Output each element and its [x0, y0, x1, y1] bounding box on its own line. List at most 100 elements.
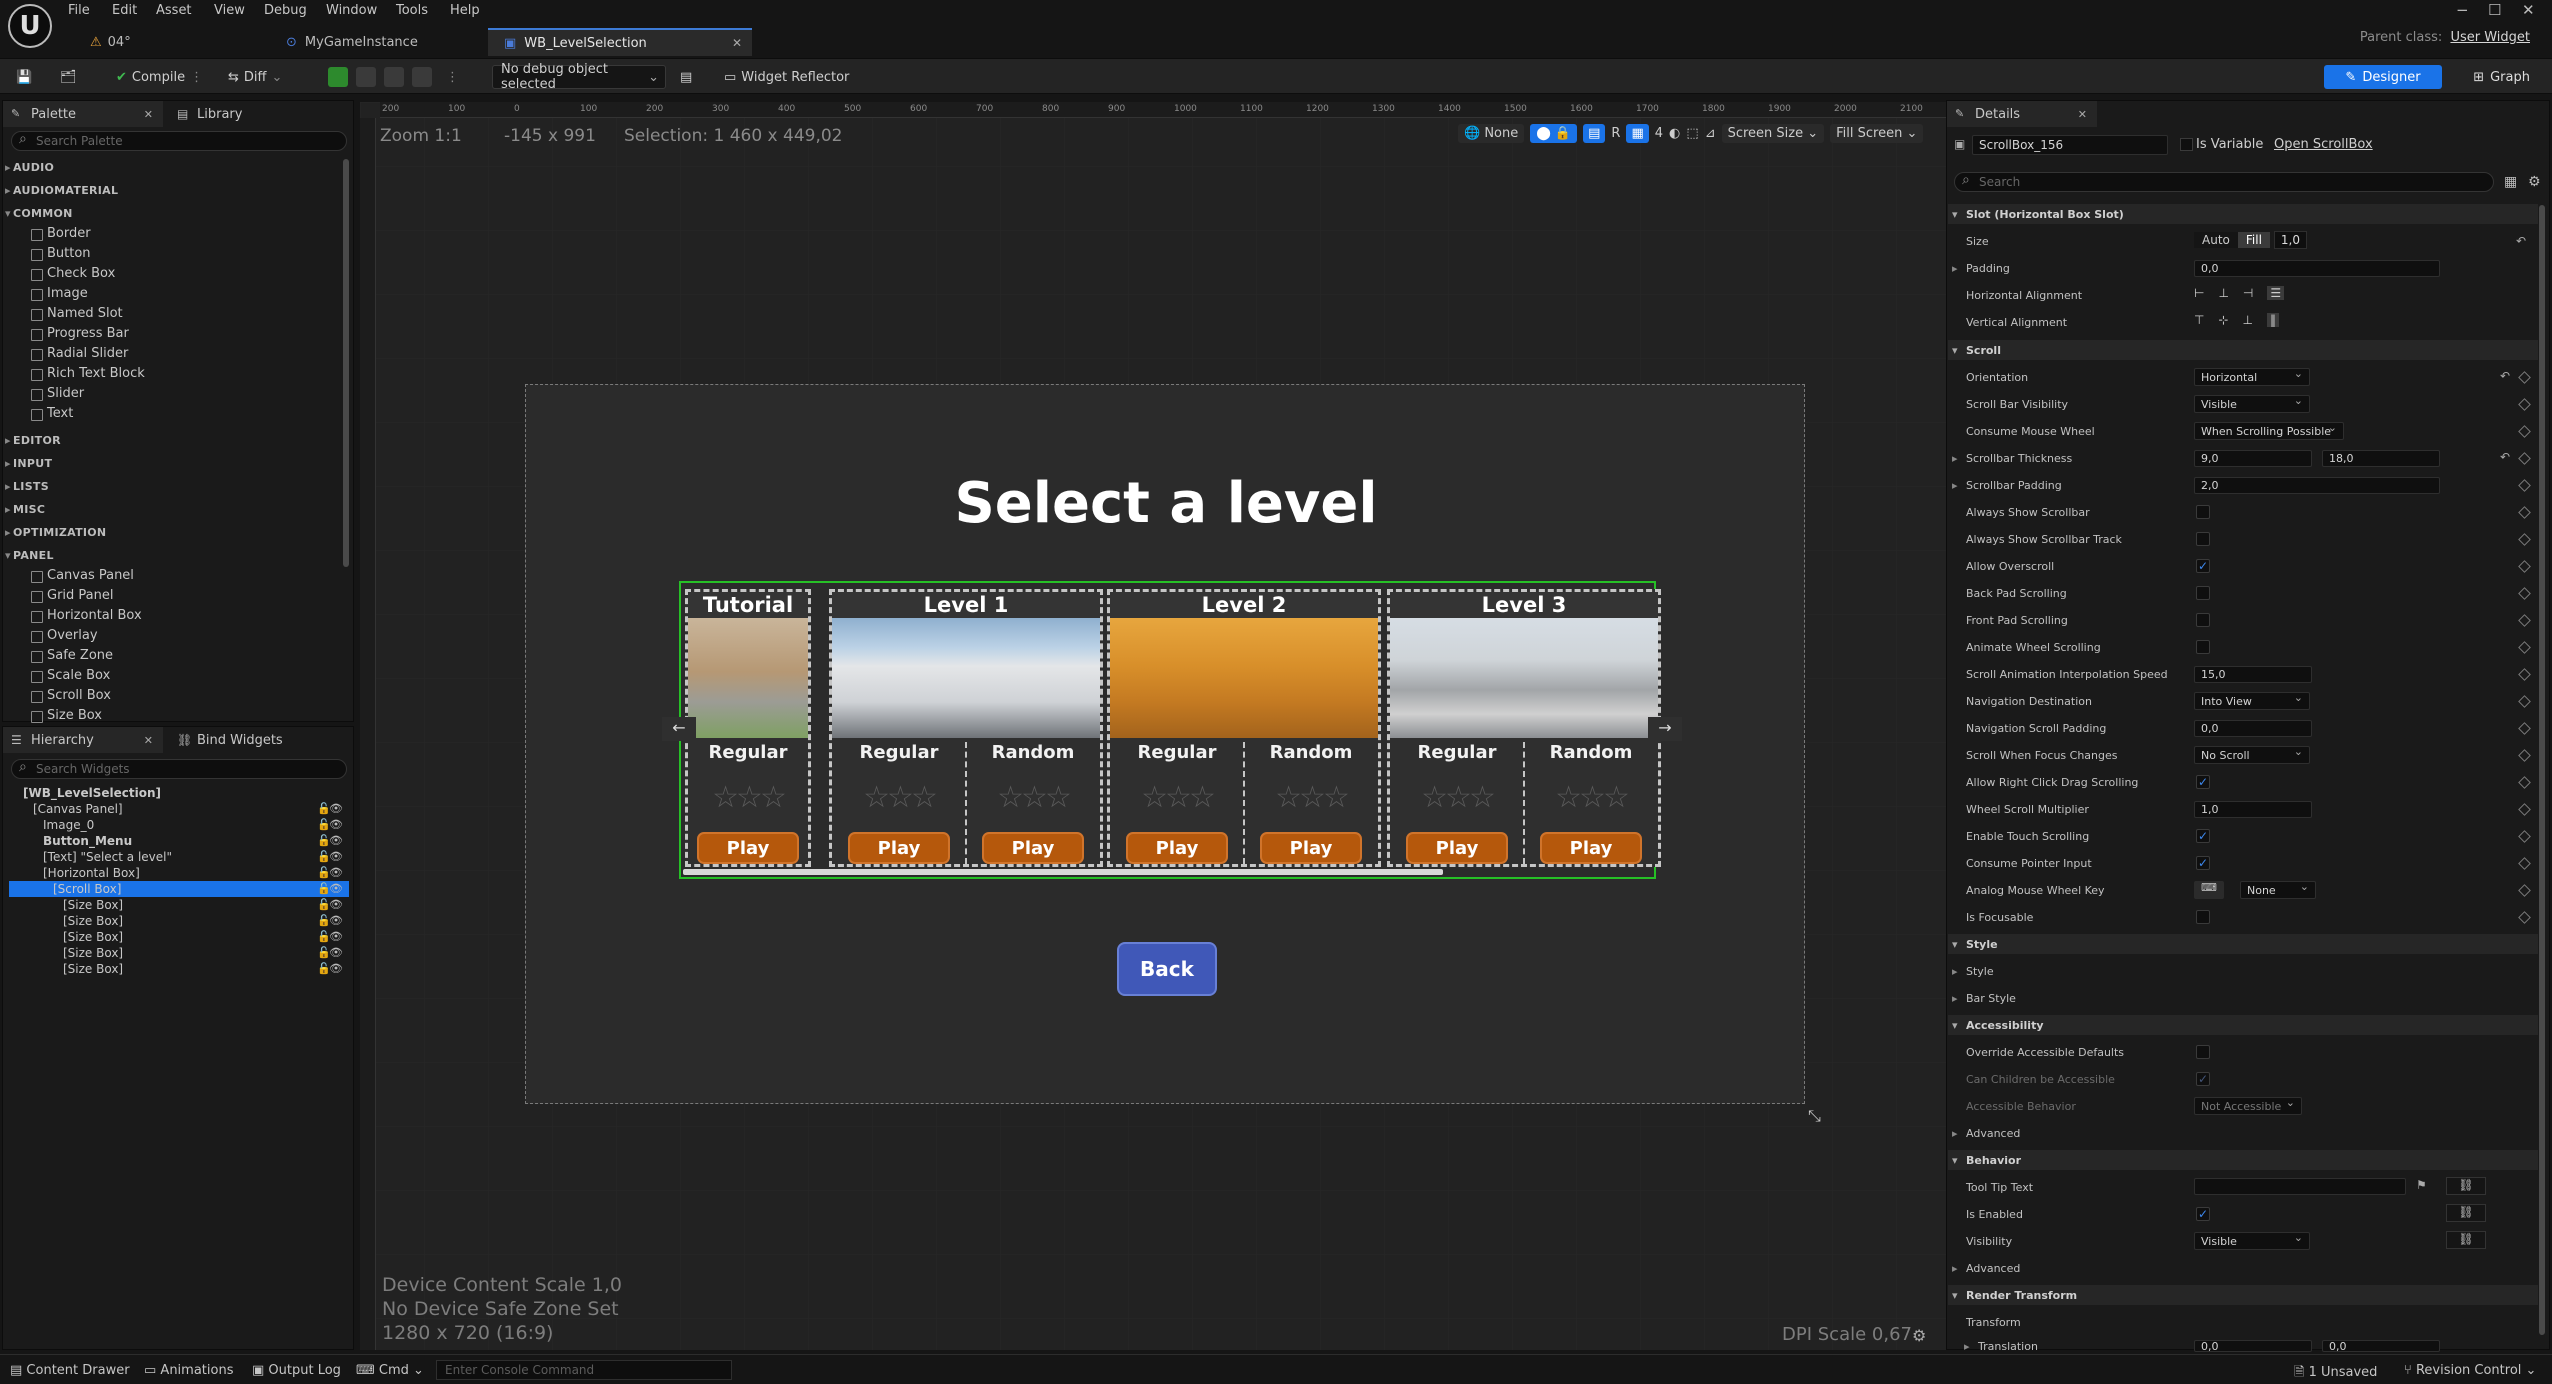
unsaved-button[interactable]: 🗎 1 Unsaved: [2294, 1363, 2377, 1384]
close-panel-icon[interactable]: ✕: [2078, 108, 2087, 121]
prop-dropdown[interactable]: Horizontal: [2194, 367, 2310, 386]
prop-label[interactable]: Scrollbar Thickness: [1952, 452, 2072, 465]
debug-object-dropdown[interactable]: No debug object selected ⌄: [492, 62, 666, 92]
align-top-icon[interactable]: ⊤: [2194, 313, 2204, 327]
widget-reflector-button[interactable]: ▭ Widget Reflector: [724, 65, 849, 89]
palette-item-text[interactable]: Text: [30, 406, 73, 421]
resize-handle-icon[interactable]: ⤡: [1808, 1106, 1821, 1126]
scroll-box[interactable]: Tutorial Regular ☆☆☆ Play Level 1 Regular ☆☆☆ P…: [679, 581, 1661, 879]
override-accessible-checkbox[interactable]: [2196, 1045, 2210, 1059]
close-panel-icon[interactable]: ✕: [144, 734, 153, 747]
reset-icon[interactable]: ↶: [2516, 234, 2526, 248]
prop-field[interactable]: 15,0: [2194, 666, 2312, 683]
palette-item-check-box[interactable]: Check Box: [30, 266, 115, 281]
padding-label[interactable]: Padding: [1952, 262, 2010, 275]
palette-search-input[interactable]: Search Palette: [11, 131, 347, 151]
minimize-icon[interactable]: −: [2456, 1, 2469, 19]
category-input[interactable]: INPUT: [5, 457, 52, 470]
revision-control-button[interactable]: ⑂ Revision Control ⌄: [2404, 1363, 2536, 1378]
hierarchy-row[interactable]: [Size Box] 🔓 👁: [9, 897, 349, 913]
menu-help[interactable]: Help: [450, 3, 480, 18]
rotate-snap[interactable]: R: [1611, 126, 1620, 141]
settings-icon[interactable]: ⚙: [2528, 174, 2541, 190]
hierarchy-row[interactable]: [Size Box] 🔓 👁: [9, 961, 349, 977]
respect-locks-toggle[interactable]: ⬤ 🔒: [1530, 123, 1578, 143]
align-left-icon[interactable]: ⊢: [2194, 286, 2204, 300]
align-right-icon[interactable]: ⊣: [2243, 286, 2253, 300]
visibility-eye-icon[interactable]: 👁: [329, 962, 343, 975]
menu-debug[interactable]: Debug: [264, 3, 307, 18]
visibility-eye-icon[interactable]: 👁: [329, 866, 343, 879]
prop-checkbox[interactable]: [2196, 532, 2210, 546]
dpi-settings-icon[interactable]: ⚙: [1912, 1326, 1926, 1345]
simulate-icon[interactable]: [412, 67, 432, 87]
visibility-dropdown[interactable]: Visible: [2194, 1231, 2310, 1250]
prop-checkbox[interactable]: [2196, 505, 2210, 519]
tab-palette[interactable]: ✎ Palette ✕: [3, 101, 163, 127]
bind-icon[interactable]: ⛓: [2446, 1231, 2486, 1249]
palette-scrollbar[interactable]: [343, 159, 349, 567]
translation-x-field[interactable]: 0,0: [2194, 1340, 2312, 1352]
palette-item-size-box[interactable]: Size Box: [31, 708, 102, 723]
prop-field[interactable]: 2,0: [2194, 477, 2440, 494]
visibility-eye-icon[interactable]: 👁: [329, 802, 343, 815]
prop-checkbox[interactable]: ✓: [2196, 856, 2210, 870]
prop-dropdown[interactable]: When Scrolling Possible: [2194, 421, 2344, 440]
menu-edit[interactable]: Edit: [112, 3, 137, 18]
tab-library[interactable]: ▤ Library: [169, 101, 242, 127]
parent-class-link[interactable]: User Widget: [2450, 30, 2530, 45]
compile-button[interactable]: ✔ Compile ⋮: [116, 65, 203, 89]
palette-item-progress-bar[interactable]: Progress Bar: [31, 326, 129, 341]
align-bottom-icon[interactable]: ⊥: [2243, 313, 2253, 327]
size-auto-button[interactable]: Auto: [2194, 232, 2238, 248]
maximize-icon[interactable]: ☐: [2488, 1, 2501, 19]
play-button[interactable]: Play: [1260, 832, 1362, 864]
palette-item-rich-text-block[interactable]: Rich Text Block: [31, 366, 145, 381]
reset-icon[interactable]: ↶: [2500, 369, 2510, 383]
translation-y-field[interactable]: 0,0: [2322, 1340, 2440, 1352]
visibility-eye-icon[interactable]: 👁: [329, 946, 343, 959]
keyboard-icon[interactable]: ⌨: [2194, 881, 2224, 899]
translation-label[interactable]: Translation: [1964, 1340, 2038, 1352]
palette-item-slider[interactable]: Slider: [30, 386, 84, 401]
project-tab[interactable]: ⚠ 04 °: [70, 28, 147, 56]
play-button[interactable]: Play: [1540, 832, 1642, 864]
category-optimization[interactable]: OPTIMIZATION: [5, 526, 106, 539]
bar-style-item[interactable]: Bar Style: [1952, 992, 2016, 1005]
section-style[interactable]: Style: [1948, 934, 2538, 954]
align-center-icon[interactable]: ⊥: [2218, 286, 2228, 300]
prop-dropdown[interactable]: Visible: [2194, 394, 2310, 413]
palette-item-border[interactable]: Border: [31, 226, 91, 241]
tab-wb-levelselection[interactable]: ▣ WB_LevelSelection ✕: [488, 28, 752, 56]
hierarchy-row[interactable]: [Text] "Select a level" 🔓 👁: [9, 849, 349, 865]
category-common[interactable]: COMMON: [5, 207, 73, 220]
visibility-eye-icon[interactable]: 👁: [329, 818, 343, 831]
visibility-eye-icon[interactable]: 👁: [329, 914, 343, 927]
hierarchy-row[interactable]: [Canvas Panel] 🔓 👁: [9, 801, 349, 817]
play-icon[interactable]: [328, 67, 348, 87]
prop-field[interactable]: 18,0: [2322, 450, 2440, 467]
category-editor[interactable]: EDITOR: [5, 434, 61, 447]
content-drawer-button[interactable]: ▤ Content Drawer: [10, 1363, 130, 1378]
section-slot[interactable]: Slot (Horizontal Box Slot): [1948, 204, 2538, 224]
menu-asset[interactable]: Asset: [156, 3, 192, 18]
prop-field[interactable]: 0,0: [2194, 720, 2312, 737]
palette-item-overlay[interactable]: Overlay: [31, 628, 98, 643]
close-panel-icon[interactable]: ✕: [144, 108, 153, 121]
menu-window[interactable]: Window: [326, 3, 377, 18]
hierarchy-row[interactable]: [Size Box] 🔓 👁: [9, 945, 349, 961]
align-fill-icon[interactable]: ☰: [2267, 286, 2285, 300]
close-tab-icon[interactable]: ✕: [732, 36, 742, 50]
padding-field[interactable]: 0,0: [2194, 260, 2440, 277]
widget-canvas[interactable]: Select a level Tutorial Regular ☆☆☆ Play Lev…: [525, 384, 1805, 1104]
size-fill-button[interactable]: Fill: [2237, 232, 2270, 248]
reset-icon[interactable]: ↶: [2500, 450, 2510, 464]
grid-snap-toggle[interactable]: ▦: [1626, 123, 1649, 143]
is-variable-checkbox[interactable]: [2180, 138, 2193, 151]
palette-item-named-slot[interactable]: Named Slot: [31, 306, 123, 321]
flag-icon[interactable]: ⚑: [2416, 1178, 2427, 1192]
palette-item-horizontal-box[interactable]: Horizontal Box: [31, 608, 142, 623]
palette-item-safe-zone[interactable]: Safe Zone: [30, 648, 113, 663]
hierarchy-row[interactable]: [WB_LevelSelection]: [9, 785, 349, 801]
graph-button[interactable]: ⊞ Graph: [2473, 65, 2530, 89]
